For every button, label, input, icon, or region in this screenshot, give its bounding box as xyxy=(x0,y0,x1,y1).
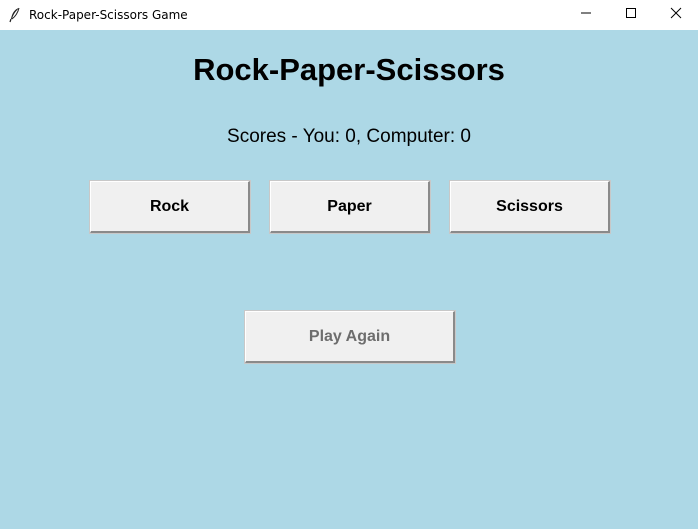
minimize-icon xyxy=(580,6,592,24)
minimize-button[interactable] xyxy=(563,0,609,30)
play-again-button[interactable]: Play Again xyxy=(244,310,456,364)
close-button[interactable] xyxy=(653,0,698,30)
app-window: Rock-Paper-Scissors Game Rock-Paper-Scis… xyxy=(0,0,698,529)
title-bar[interactable]: Rock-Paper-Scissors Game xyxy=(0,0,698,30)
paper-button[interactable]: Paper xyxy=(269,180,431,234)
feather-icon xyxy=(9,7,21,23)
maximize-icon xyxy=(625,6,637,24)
window-title: Rock-Paper-Scissors Game xyxy=(29,8,188,22)
scissors-button[interactable]: Scissors xyxy=(449,180,611,234)
close-icon xyxy=(670,6,682,24)
scores-label: Scores - You: 0, Computer: 0 xyxy=(227,126,471,147)
maximize-button[interactable] xyxy=(608,0,654,30)
game-heading: Rock-Paper-Scissors xyxy=(193,52,505,87)
rock-button[interactable]: Rock xyxy=(89,180,251,234)
